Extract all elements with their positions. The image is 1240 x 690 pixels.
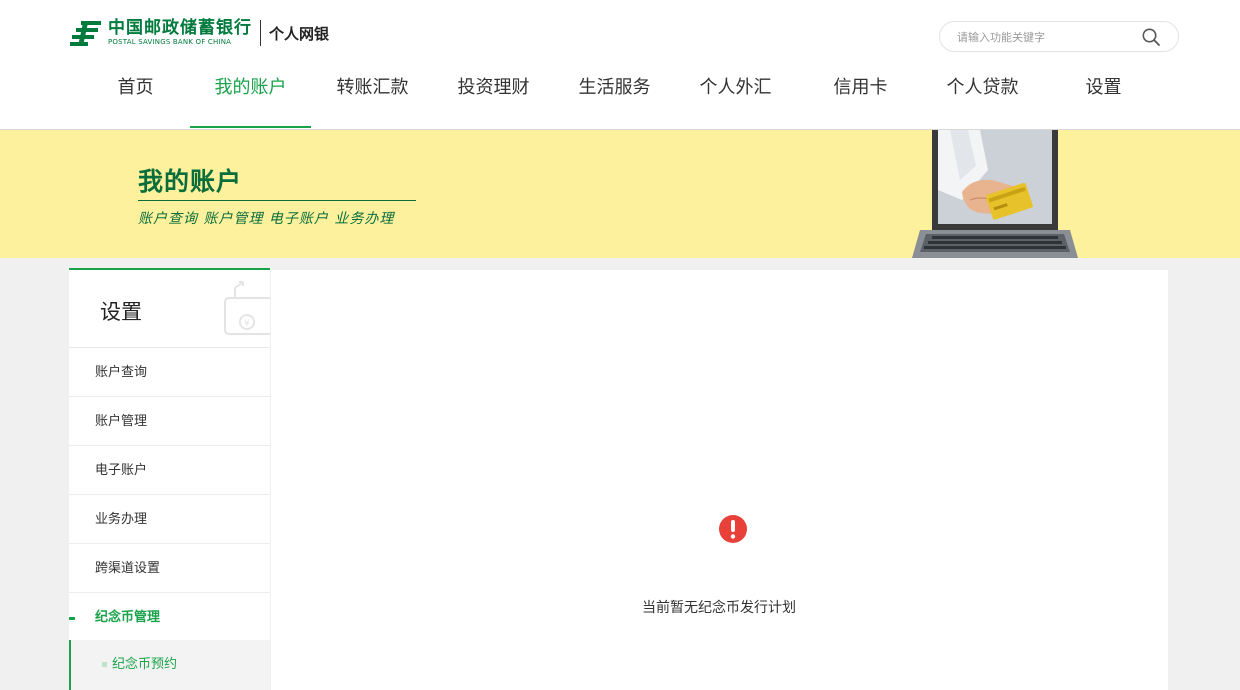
- nav-item-home[interactable]: 首页: [75, 66, 196, 128]
- nav-item-foreign-exchange[interactable]: 个人外汇: [675, 66, 796, 128]
- banner-subtitle: 账户查询 账户管理 电子账户 业务办理: [138, 211, 395, 227]
- nav-item-credit-card[interactable]: 信用卡: [800, 66, 921, 128]
- laptop-card-illustration: [912, 130, 1078, 258]
- sidebar-title: 设置: [100, 300, 142, 324]
- sidebar-item-electronic-account[interactable]: 电子账户: [69, 446, 270, 495]
- sidebar-item-business-handling[interactable]: 业务办理: [69, 495, 270, 544]
- nav-item-transfer[interactable]: 转账汇款: [312, 66, 433, 128]
- sidebar-item-label: 纪念币管理: [95, 610, 161, 625]
- nav-item-settings[interactable]: 设置: [1043, 66, 1164, 128]
- wallet-icon: ¥: [224, 281, 270, 335]
- banner-title: 我的账户: [138, 167, 243, 196]
- section-banner: 我的账户 账户查询 账户管理 电子账户 业务办理: [0, 130, 1240, 258]
- sidebar-item-cross-channel-settings[interactable]: 跨渠道设置: [69, 544, 270, 593]
- nav-item-life-services[interactable]: 生活服务: [554, 66, 675, 128]
- sidebar-item-commemorative-coin-management[interactable]: 纪念币管理: [69, 593, 270, 642]
- logo-product-name: 个人网银: [269, 24, 330, 43]
- main-content: 当前暂无纪念币发行计划: [271, 270, 1168, 690]
- logo-divider: [260, 20, 261, 46]
- logo-text: 中国邮政储蓄银行 POSTAL SAVINGS BANK OF CHINA: [108, 19, 252, 47]
- page-header: 中国邮政储蓄银行 POSTAL SAVINGS BANK OF CHINA 个人…: [0, 0, 1240, 130]
- bullet-dot: [102, 662, 107, 667]
- sidebar-item-account-management[interactable]: 账户管理: [69, 397, 270, 446]
- search-icon[interactable]: [1141, 27, 1161, 47]
- search-input[interactable]: [957, 29, 1137, 45]
- bank-logo-icon: [70, 21, 101, 46]
- sidebar-header: 设置 ¥: [69, 270, 270, 348]
- logo-english-name: POSTAL SAVINGS BANK OF CHINA: [108, 38, 232, 46]
- sidebar-subitem-coin-reservation[interactable]: 纪念币预约: [69, 640, 270, 690]
- empty-state-message: 当前暂无纪念币发行计划: [642, 600, 796, 616]
- search-box: [939, 21, 1179, 52]
- sidebar: 设置 ¥ 账户查询 账户管理 电子账户 业务办理 跨渠道设置 纪念币管理 纪念币…: [69, 268, 270, 690]
- sidebar-subitem-label: 纪念币预约: [112, 657, 178, 672]
- logo-chinese-name: 中国邮政储蓄银行: [108, 18, 252, 38]
- svg-text:¥: ¥: [244, 319, 250, 329]
- banner-divider: [138, 200, 416, 201]
- bank-logo[interactable]: 中国邮政储蓄银行 POSTAL SAVINGS BANK OF CHINA 个人…: [70, 16, 329, 50]
- nav-item-investment[interactable]: 投资理财: [433, 66, 554, 128]
- nav-item-my-account[interactable]: 我的账户: [190, 66, 311, 128]
- active-marker: [69, 617, 75, 620]
- alert-icon: [719, 515, 747, 543]
- nav-item-loans[interactable]: 个人贷款: [922, 66, 1043, 128]
- sidebar-item-account-query[interactable]: 账户查询: [69, 348, 270, 397]
